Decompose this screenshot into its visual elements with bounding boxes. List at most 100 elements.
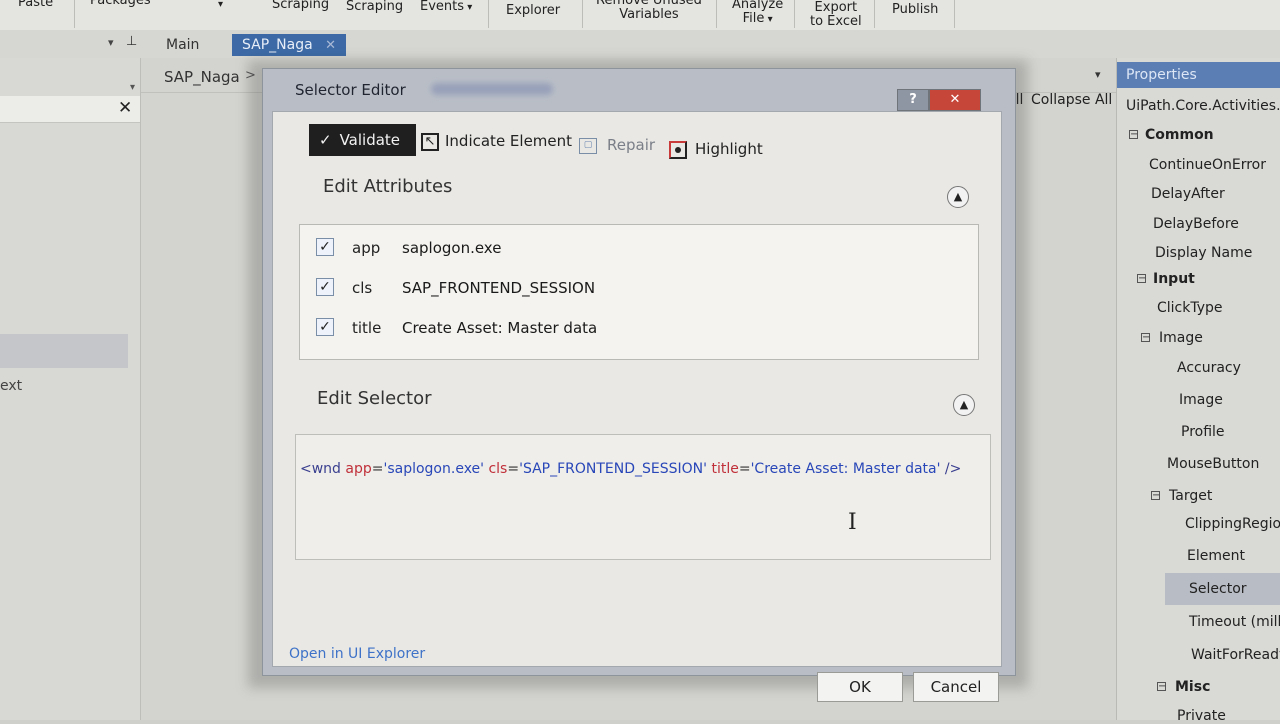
document-tabs: ▾ ⊥ Main SAP_Naga ✕ xyxy=(0,30,1280,59)
chevron-down-icon[interactable]: ▾ xyxy=(108,36,114,49)
dialog-titlebar[interactable]: Selector Editor ? ✕ xyxy=(263,69,1015,111)
data-scraping-button[interactable]: Scraping xyxy=(346,0,403,14)
collapse-icon[interactable]: − xyxy=(1141,333,1150,343)
cancel-button[interactable]: Cancel xyxy=(913,672,999,702)
selector-tag-close: /> xyxy=(940,461,962,477)
properties-title: Properties xyxy=(1117,62,1280,88)
property-row[interactable]: Image xyxy=(1179,392,1223,408)
property-row[interactable]: Image xyxy=(1159,330,1203,346)
close-icon[interactable]: ✕ xyxy=(118,98,132,118)
property-row[interactable]: DelayBefore xyxy=(1153,216,1239,232)
repair-button[interactable]: ▢ Repair xyxy=(579,136,655,154)
chevron-down-icon[interactable]: ▾ xyxy=(218,0,223,12)
attribute-value[interactable]: SAP_FRONTEND_SESSION xyxy=(402,279,595,297)
tab-sap-naga[interactable]: SAP_Naga ✕ xyxy=(232,34,347,56)
chevron-down-icon[interactable]: ▾ xyxy=(1095,68,1101,81)
chevron-up-icon[interactable]: ▲ xyxy=(953,394,975,416)
export-line2: to Excel xyxy=(810,14,862,29)
collapse-icon[interactable]: − xyxy=(1157,682,1166,692)
export-to-excel-button[interactable]: Export to Excel xyxy=(810,1,862,29)
ribbon-separator xyxy=(874,0,875,28)
ribbon-separator xyxy=(794,0,795,28)
indicate-arrow-icon: ↖ xyxy=(421,132,439,151)
attribute-row: ✓ cls SAP_FRONTEND_SESSION xyxy=(300,269,980,309)
left-panel-partial-text: ext xyxy=(0,378,23,394)
property-row[interactable]: Target xyxy=(1169,488,1212,504)
property-row[interactable]: DelayAfter xyxy=(1151,186,1225,202)
tab-main[interactable]: Main xyxy=(156,34,209,56)
property-row[interactable]: ContinueOnError xyxy=(1149,157,1266,173)
collapse-icon[interactable]: − xyxy=(1129,130,1138,140)
screen-scraping-button[interactable]: Scraping xyxy=(272,0,329,12)
paste-button[interactable]: Paste xyxy=(18,0,53,10)
collapse-icon[interactable]: − xyxy=(1137,274,1146,284)
left-panel-selected-row[interactable] xyxy=(0,334,128,368)
analyze-line2: File xyxy=(742,11,765,26)
ui-explorer-button[interactable]: Explorer xyxy=(506,4,560,18)
selector-editor-dialog: Selector Editor ? ✕ ✓ Validate ↖ Indicate … xyxy=(262,68,1016,702)
property-row[interactable]: Display Name xyxy=(1155,245,1252,261)
chevron-down-icon[interactable]: ▾ xyxy=(130,82,135,93)
property-row[interactable]: Element xyxy=(1187,548,1245,564)
ribbon-separator xyxy=(582,0,583,28)
property-row-selector[interactable]: Selector xyxy=(1189,581,1247,597)
attribute-checkbox[interactable]: ✓ xyxy=(316,318,334,336)
property-group[interactable]: Common xyxy=(1145,127,1214,143)
selector-attr: cls xyxy=(488,461,508,477)
property-row[interactable]: Private xyxy=(1177,708,1226,724)
remove-unused-line2: Variables xyxy=(619,7,679,22)
ok-button[interactable]: OK xyxy=(817,672,903,702)
selector-textarea[interactable]: <wnd app='saplogon.exe' cls='SAP_FRONTEN… xyxy=(295,434,991,560)
chevron-down-icon: ▾ xyxy=(464,2,473,13)
close-icon[interactable]: ✕ xyxy=(325,38,336,53)
property-row[interactable]: Timeout (millis xyxy=(1189,614,1280,630)
attribute-checkbox[interactable]: ✓ xyxy=(316,238,334,256)
close-button[interactable]: ✕ xyxy=(929,89,981,111)
dialog-title: Selector Editor xyxy=(295,81,406,99)
ribbon-separator xyxy=(716,0,717,28)
property-row[interactable]: ClickType xyxy=(1157,300,1223,316)
tab-sap-naga-label: SAP_Naga xyxy=(242,37,313,53)
highlight-button[interactable]: Highlight xyxy=(669,140,763,159)
indicate-element-button[interactable]: ↖ Indicate Element xyxy=(421,132,572,151)
selector-eq: = xyxy=(371,461,384,477)
attribute-value[interactable]: Create Asset: Master data xyxy=(402,319,597,337)
attribute-value[interactable]: saplogon.exe xyxy=(402,239,501,257)
analyze-file-button[interactable]: Analyze File ▾ xyxy=(732,0,783,27)
collapse-icon[interactable]: − xyxy=(1151,491,1160,501)
repair-label: Repair xyxy=(607,136,656,154)
properties-panel: Properties UiPath.Core.Activities.Click … xyxy=(1116,58,1280,724)
chevron-up-icon[interactable]: ▲ xyxy=(947,186,969,208)
property-row[interactable]: Accuracy xyxy=(1177,360,1241,376)
pin-icon[interactable]: ⊥ xyxy=(126,34,137,49)
ribbon: Paste Packages ▾ Scraping Scraping Event… xyxy=(0,0,1280,31)
property-row[interactable]: MouseButton xyxy=(1167,456,1259,472)
collapse-all-button[interactable]: Collapse All xyxy=(1031,92,1112,108)
dialog-body: ✓ Validate ↖ Indicate Element ▢ Repair High… xyxy=(272,111,1002,702)
property-row[interactable]: WaitForReady xyxy=(1191,647,1280,663)
property-group[interactable]: Input xyxy=(1153,271,1195,287)
breadcrumb-item[interactable]: SAP_Naga xyxy=(164,68,240,86)
selector-eq: = xyxy=(738,461,751,477)
validate-label: Validate xyxy=(339,131,401,149)
text-cursor-icon: I xyxy=(848,510,857,535)
open-in-ui-explorer-link[interactable]: Open in UI Explorer xyxy=(289,646,425,662)
remove-unused-variables-button[interactable]: Remove Unused Variables xyxy=(596,0,702,22)
help-button[interactable]: ? xyxy=(897,89,929,111)
validate-button[interactable]: ✓ Validate xyxy=(309,124,416,156)
left-panel-header: ✕ xyxy=(0,96,140,123)
attribute-name: cls xyxy=(352,279,373,297)
packages-button[interactable]: Packages xyxy=(90,0,151,8)
property-row[interactable]: ClippingRegion xyxy=(1185,516,1280,532)
attribute-row: ✓ app saplogon.exe xyxy=(300,229,980,269)
selector-value: 'SAP_FRONTEND_SESSION' xyxy=(519,461,708,477)
publish-button[interactable]: Publish xyxy=(892,3,938,17)
events-button[interactable]: Events ▾ xyxy=(420,0,472,15)
highlight-label: Highlight xyxy=(695,140,763,158)
attribute-checkbox[interactable]: ✓ xyxy=(316,278,334,296)
selector-eq: = xyxy=(507,461,520,477)
property-group[interactable]: Misc xyxy=(1175,679,1210,695)
events-label: Events xyxy=(420,0,465,14)
property-row[interactable]: Profile xyxy=(1181,424,1225,440)
blurred-title-detail xyxy=(431,83,553,95)
